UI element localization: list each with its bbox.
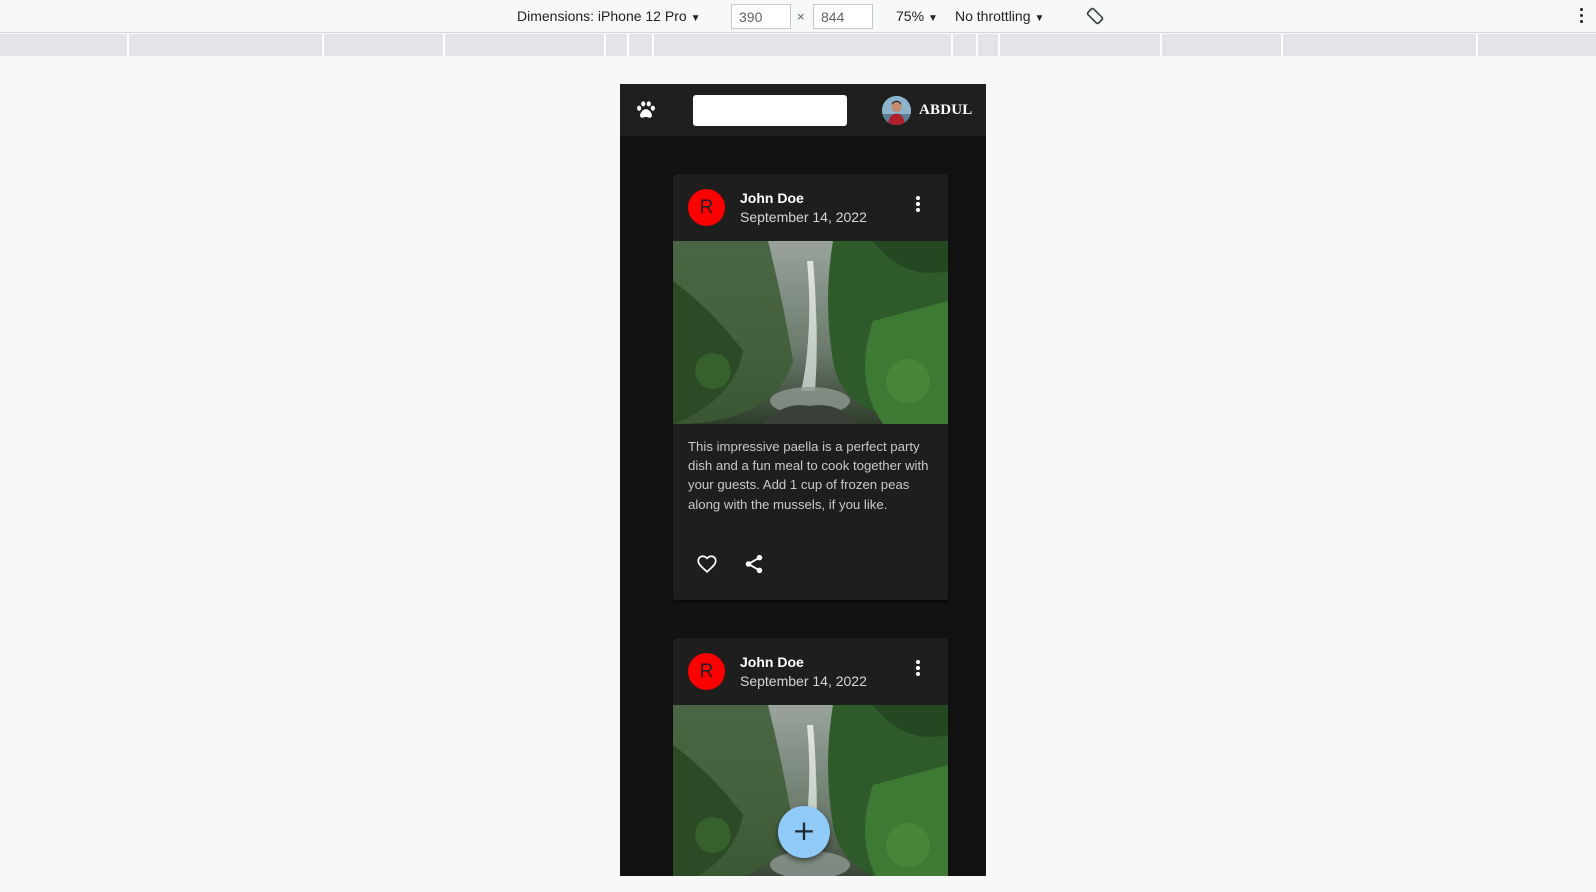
post-card: R John Doe September 14, 2022 [673, 174, 948, 600]
post-body: This impressive paella is a perfect part… [688, 439, 929, 512]
author-name: John Doe [740, 190, 804, 206]
more-vert-icon[interactable] [914, 660, 922, 680]
height-input[interactable] [813, 4, 873, 29]
device-label: Dimensions: iPhone 12 Pro [517, 8, 687, 24]
paw-icon[interactable] [635, 99, 657, 121]
device-dropdown[interactable]: Dimensions: iPhone 12 Pro ▼ [517, 8, 701, 24]
share-icon[interactable] [743, 553, 765, 575]
add-post-button[interactable]: + [778, 806, 830, 858]
more-vert-icon[interactable] [914, 196, 922, 216]
width-input[interactable] [731, 4, 791, 29]
search-input[interactable] [693, 95, 847, 126]
throttling-dropdown[interactable]: No throttling ▼ [955, 8, 1044, 24]
chevron-down-icon: ▼ [1034, 13, 1045, 24]
post-date: September 14, 2022 [740, 673, 867, 689]
author-avatar: R [688, 653, 725, 690]
more-vert-icon[interactable] [1578, 8, 1584, 26]
zoom-dropdown[interactable]: 75% ▼ [896, 8, 938, 24]
post-date: September 14, 2022 [740, 209, 867, 225]
author-name: John Doe [740, 654, 804, 670]
rotate-icon[interactable] [1085, 6, 1105, 26]
chevron-down-icon: ▼ [690, 13, 701, 24]
throttling-label: No throttling [955, 8, 1031, 24]
post-image [673, 241, 948, 424]
chevron-down-icon: ▼ [928, 13, 938, 24]
favorite-icon[interactable] [696, 553, 718, 575]
author-avatar: R [688, 189, 725, 226]
dimension-separator: × [797, 9, 805, 24]
card-actions [688, 549, 808, 579]
username-label[interactable]: ABDUL [919, 102, 973, 119]
card-header: R John Doe September 14, 2022 [673, 638, 948, 705]
app-bar: ABDUL [620, 84, 986, 136]
card-header: R John Doe September 14, 2022 [673, 174, 948, 241]
user-avatar[interactable] [882, 96, 911, 125]
media-query-bar[interactable] [0, 34, 1596, 56]
zoom-label: 75% [896, 8, 925, 24]
device-viewport: ABDUL R John Doe September 14, 2022 This… [620, 84, 986, 876]
devtools-device-toolbar: Dimensions: iPhone 12 Pro▼ × 75%▼ No thr… [0, 0, 1596, 33]
